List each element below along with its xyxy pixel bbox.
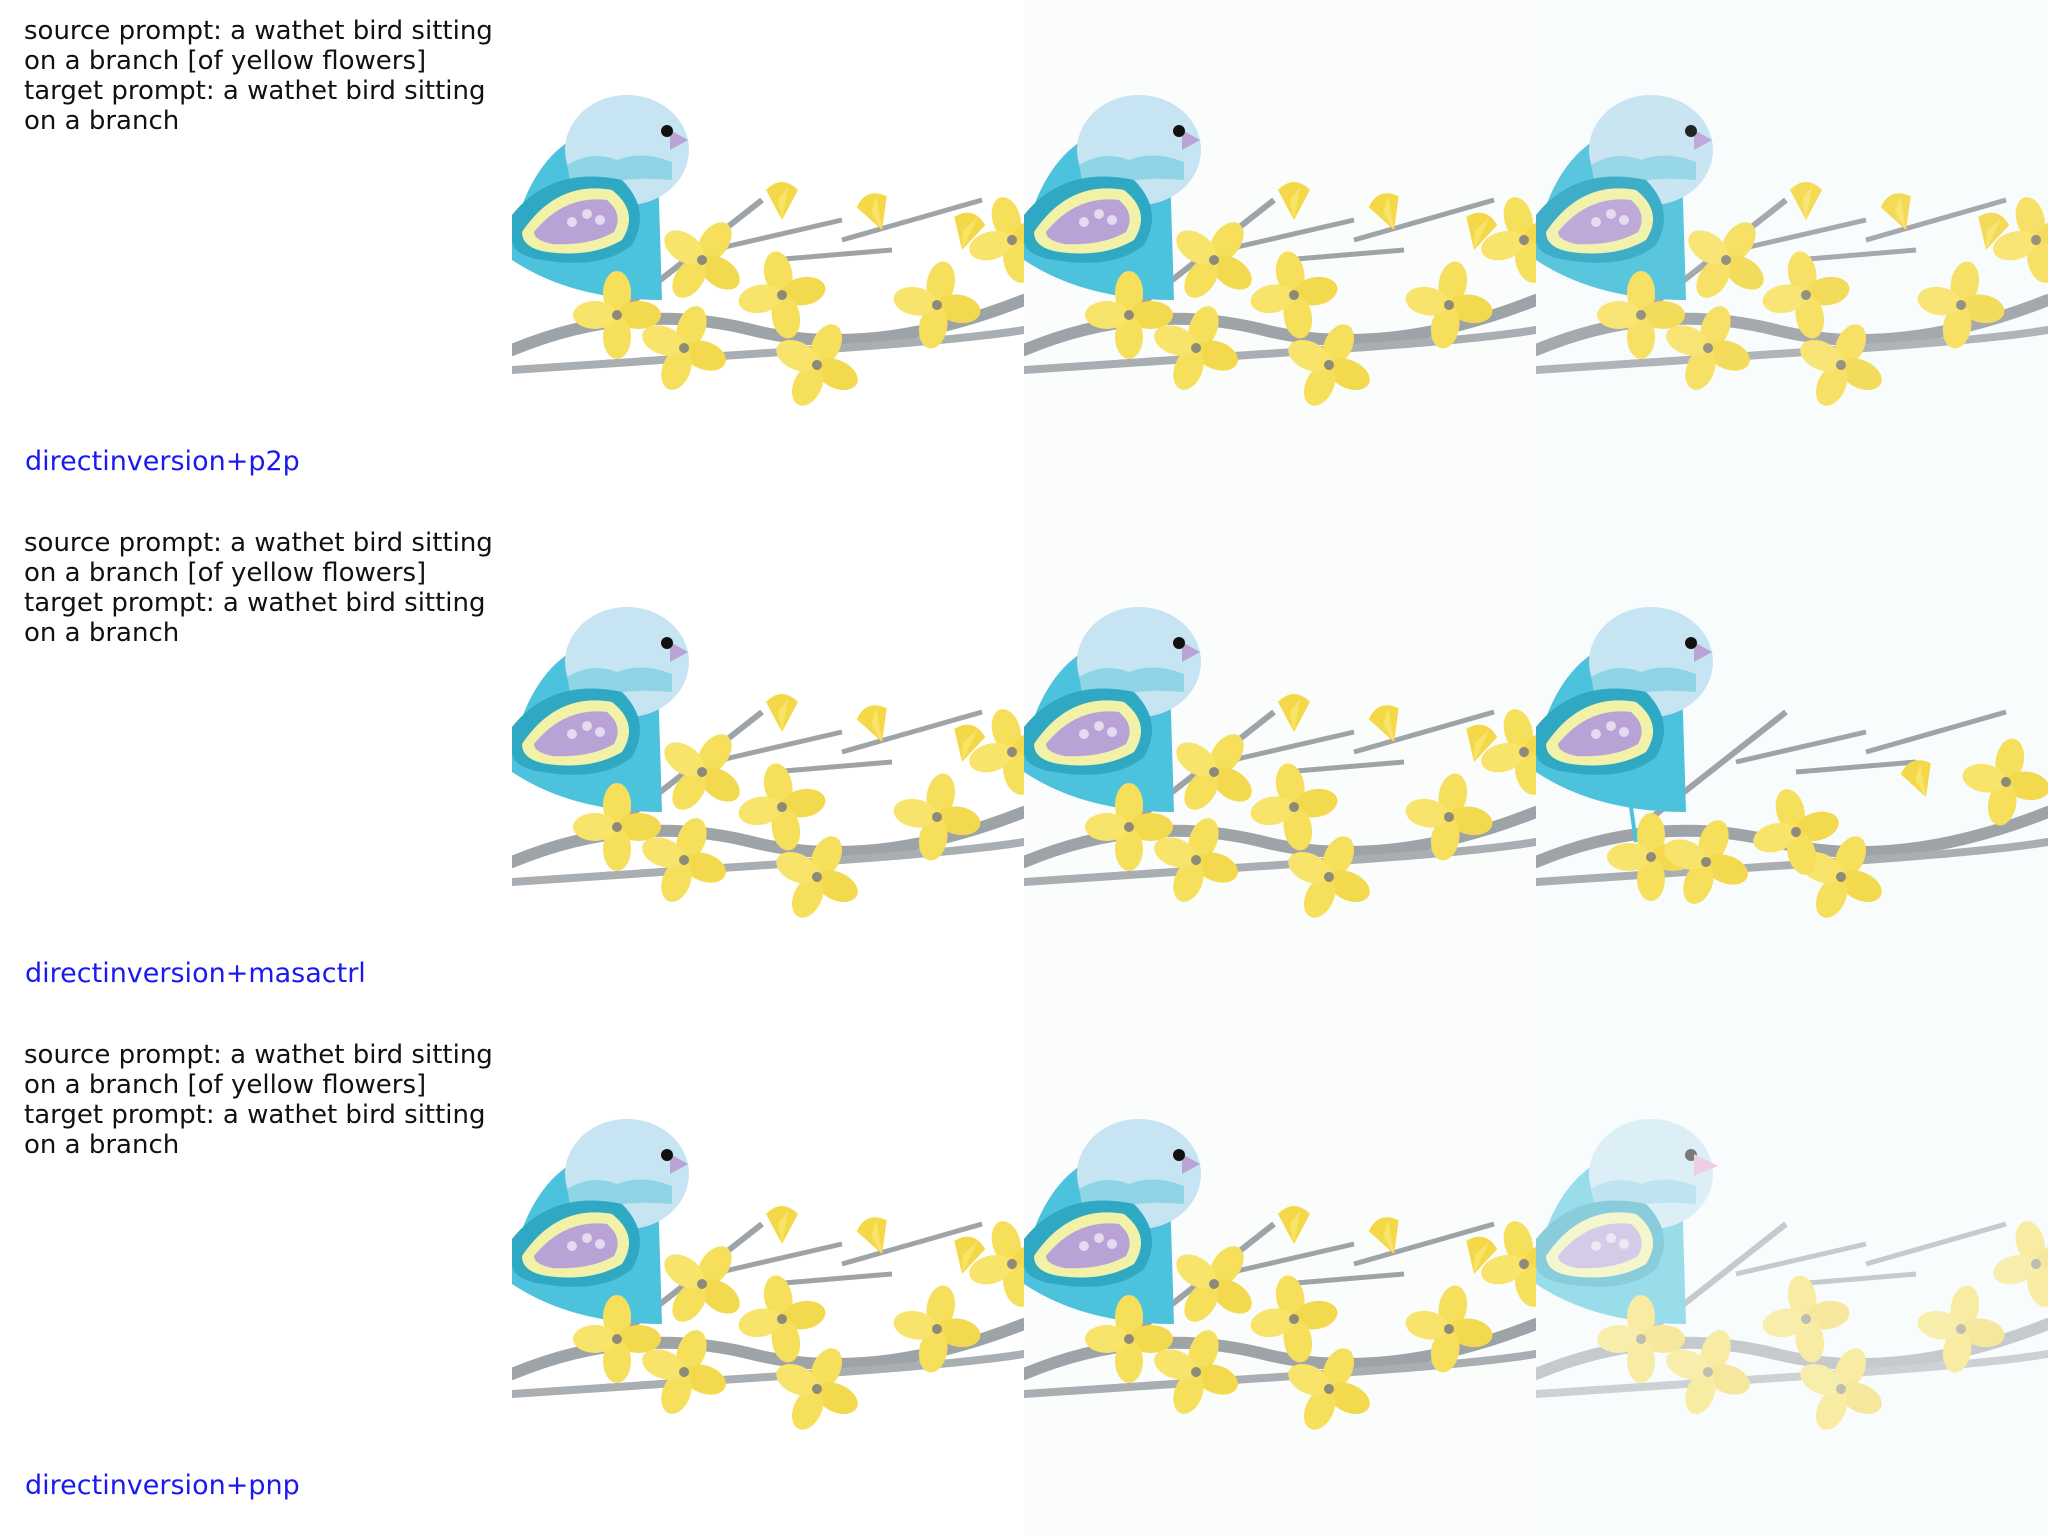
prompt-text: source prompt: a wathet bird sitting on … xyxy=(24,1040,514,1160)
edited-image xyxy=(1536,512,2048,1024)
prompt-text: source prompt: a wathet bird sitting on … xyxy=(24,528,514,648)
source-image xyxy=(512,512,1024,1024)
source-prompt: source prompt: a wathet bird sitting on … xyxy=(24,1040,493,1100)
bird-illustration xyxy=(512,1024,1024,1536)
target-prompt: target prompt: a wathet bird sitting on … xyxy=(24,588,486,648)
source-image xyxy=(512,1024,1024,1536)
method-label: directinversion+pnp xyxy=(25,1470,300,1501)
bird-illustration xyxy=(1024,0,1536,512)
result-row-3: source prompt: a wathet bird sitting on … xyxy=(0,1024,2048,1536)
result-row-1: source prompt: a wathet bird sitting on … xyxy=(0,0,2048,512)
bird-illustration xyxy=(1536,512,2048,1024)
bird-illustration xyxy=(1024,512,1536,1024)
bird-illustration xyxy=(1536,0,2048,512)
reconstructed-image xyxy=(1024,0,1536,512)
bird-illustration xyxy=(512,0,1024,512)
source-image xyxy=(512,0,1024,512)
source-prompt: source prompt: a wathet bird sitting on … xyxy=(24,528,493,588)
result-row-2: source prompt: a wathet bird sitting on … xyxy=(0,512,2048,1024)
source-prompt: source prompt: a wathet bird sitting on … xyxy=(24,16,493,76)
method-label: directinversion+p2p xyxy=(25,446,300,477)
bird-illustration xyxy=(1536,1024,2048,1536)
edited-image xyxy=(1536,1024,2048,1536)
bird-illustration xyxy=(512,512,1024,1024)
target-prompt: target prompt: a wathet bird sitting on … xyxy=(24,1100,486,1160)
reconstructed-image xyxy=(1024,512,1536,1024)
method-label: directinversion+masactrl xyxy=(25,958,366,989)
edited-image xyxy=(1536,0,2048,512)
target-prompt: target prompt: a wathet bird sitting on … xyxy=(24,76,486,136)
prompt-text: source prompt: a wathet bird sitting on … xyxy=(24,16,514,136)
bird-illustration xyxy=(1024,1024,1536,1536)
reconstructed-image xyxy=(1024,1024,1536,1536)
